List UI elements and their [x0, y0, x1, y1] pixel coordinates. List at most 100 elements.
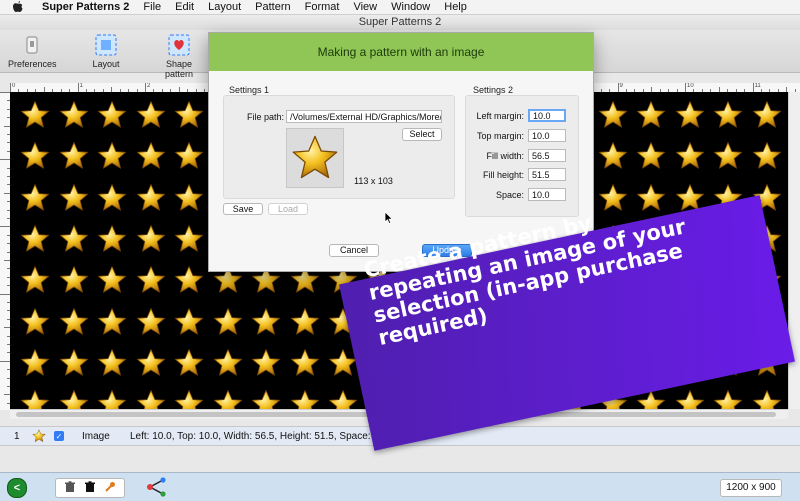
image-size: 113 x 103 [354, 176, 393, 186]
shape-pattern-icon [168, 34, 190, 56]
pattern-star [752, 101, 781, 128]
ruler-tick [10, 83, 11, 92]
ruler-tick [0, 92, 10, 93]
pattern-star [59, 307, 88, 335]
menu-app-name[interactable]: Super Patterns 2 [42, 1, 129, 13]
canvas-size-badge: 1200 x 900 [720, 479, 782, 497]
top-margin-input[interactable]: 10.0 [528, 129, 566, 142]
pattern-star [98, 183, 126, 211]
menu-edit[interactable]: Edit [175, 1, 194, 13]
bottom-bar: < 1200 x 900 [0, 472, 800, 501]
fill-width-input[interactable]: 56.5 [528, 149, 566, 162]
pattern-star [174, 307, 204, 335]
pattern-star [20, 266, 49, 293]
left-margin-label: Left margin: [476, 111, 524, 121]
apple-icon[interactable] [12, 1, 24, 13]
pattern-star [20, 224, 49, 252]
toolbar-shape-pattern-button[interactable]: Shape pattern [152, 34, 206, 79]
pattern-star [98, 142, 126, 169]
save-button[interactable]: Save [223, 203, 263, 215]
pattern-star [598, 101, 627, 128]
menu-layout[interactable]: Layout [208, 1, 241, 13]
pattern-star [98, 307, 126, 335]
wrench-icon[interactable] [104, 481, 116, 496]
pattern-star [136, 348, 165, 376]
select-button[interactable]: Select [402, 128, 442, 141]
pattern-star [59, 390, 88, 409]
pattern-star [59, 348, 88, 376]
trash-all-icon[interactable] [84, 480, 96, 496]
settings1-group: File path: /Volumes/External HD/Graphics… [223, 95, 455, 199]
toolbar-layout-button[interactable]: Layout [86, 34, 126, 69]
menu-format[interactable]: Format [305, 1, 340, 13]
ruler-tick [77, 83, 79, 92]
settings2-label: Settings 2 [473, 85, 514, 95]
pattern-star [714, 142, 742, 169]
load-button[interactable]: Load [268, 203, 308, 215]
toolbar-layout-label: Layout [92, 59, 120, 69]
menu-file[interactable]: File [143, 1, 161, 13]
pattern-star [136, 224, 165, 252]
pattern-star [98, 348, 126, 376]
pattern-star [637, 101, 665, 128]
pattern-star [136, 142, 165, 169]
pattern-star [59, 183, 88, 211]
left-margin-input[interactable]: 10.0 [528, 109, 566, 122]
pattern-star [174, 183, 204, 211]
toolbar-shape-pattern-label: Shape pattern [164, 59, 194, 79]
menu-window[interactable]: Window [391, 1, 430, 13]
ruler-number: 2 [147, 83, 151, 89]
ruler-number: 10 [687, 83, 694, 89]
pattern-star [290, 307, 319, 335]
pattern-star [174, 390, 204, 409]
pattern-star [251, 390, 281, 409]
pattern-star [59, 266, 88, 293]
pattern-star [213, 390, 242, 409]
pattern-star [59, 224, 88, 252]
menu-view[interactable]: View [353, 1, 377, 13]
pattern-star [675, 101, 704, 128]
star-preview-icon [292, 135, 338, 179]
preferences-icon [21, 34, 43, 56]
menu-pattern[interactable]: Pattern [255, 1, 290, 13]
dialog-title: Making a pattern with an image [209, 33, 593, 71]
file-path-label: File path: [246, 112, 284, 122]
share-icon[interactable] [146, 477, 168, 497]
back-button[interactable]: < [7, 478, 27, 498]
ruler-tick [617, 83, 619, 92]
file-path-input[interactable]: /Volumes/External HD/Graphics/More/ [286, 110, 442, 123]
pattern-star [174, 348, 204, 376]
layer-type: Image [82, 430, 110, 442]
pattern-star [98, 101, 126, 128]
pattern-star [174, 142, 204, 169]
toolbar-preferences-label: Preferences [8, 59, 57, 69]
pattern-star [752, 142, 781, 169]
layer-thumbnail-star-icon [32, 429, 46, 443]
pattern-star [174, 224, 204, 252]
pattern-star [637, 142, 665, 169]
layer-visible-checkbox[interactable]: ✓ [54, 431, 64, 441]
pattern-star [136, 101, 165, 128]
settings2-group: Left margin: 10.0 Top margin: 10.0 Fill … [465, 95, 579, 217]
pattern-star [98, 224, 126, 252]
chevron-left-icon: < [13, 482, 21, 494]
pattern-star [136, 390, 165, 409]
pattern-star [136, 266, 165, 293]
space-label: Space: [495, 190, 524, 200]
pattern-star [98, 266, 126, 293]
layer-tools-group [55, 478, 125, 498]
pattern-star [251, 307, 281, 335]
fill-height-input[interactable]: 51.5 [528, 168, 566, 181]
pattern-star [59, 142, 88, 169]
pattern-star [251, 348, 281, 376]
menu-help[interactable]: Help [444, 1, 467, 13]
space-input[interactable]: 10.0 [528, 188, 566, 201]
ruler-number: 11 [754, 83, 761, 89]
trash-icon[interactable] [64, 480, 76, 496]
pattern-star [290, 348, 319, 376]
fill-width-label: Fill width: [486, 151, 524, 161]
toolbar-preferences-button[interactable]: Preferences [8, 34, 57, 69]
pattern-star [136, 183, 165, 211]
pattern-star [20, 183, 49, 211]
ruler-tick [752, 83, 754, 92]
